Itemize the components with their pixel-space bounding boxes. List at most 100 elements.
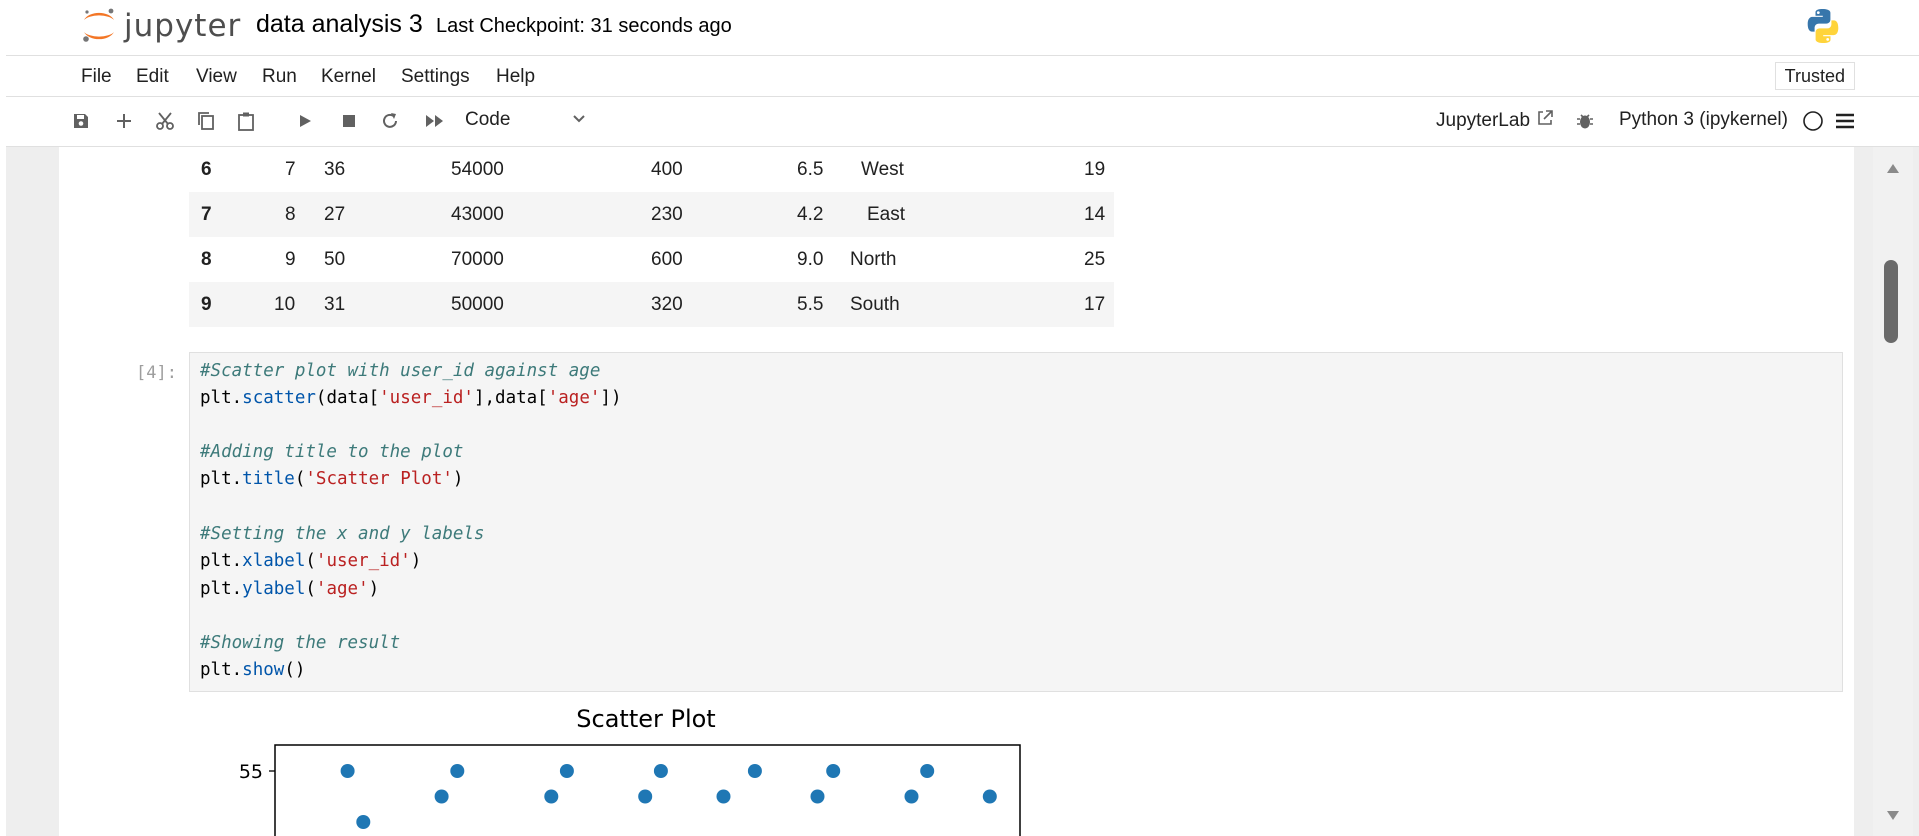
vertical-scrollbar[interactable] [1873, 147, 1913, 836]
code-token: ]) [600, 388, 622, 408]
trusted-button[interactable]: Trusted [1774, 62, 1855, 90]
paste-icon[interactable] [234, 109, 258, 133]
table-cell: 9.0 [797, 249, 824, 270]
table-cell: South [850, 294, 900, 315]
jupyterlab-label: JupyterLab [1436, 110, 1531, 131]
cut-icon[interactable] [153, 109, 177, 133]
fast-forward-icon[interactable] [423, 109, 447, 133]
scatter-point [653, 764, 668, 778]
table-cell: 50000 [451, 294, 504, 315]
table-cell: 17 [1084, 294, 1106, 315]
table-cell: 14 [1084, 204, 1106, 225]
code-token: ) [452, 469, 464, 489]
jupyter-logo[interactable]: jupyter [80, 6, 241, 46]
run-icon[interactable] [293, 109, 317, 133]
dataframe-output: 6 7 36 54000 400 6.5 West 19 7 8 27 4300… [189, 147, 1114, 327]
scatter-point [340, 764, 355, 778]
y-tick-label: 55 [239, 761, 263, 783]
code-token: ylabel [242, 579, 306, 599]
table-cell: 8 [285, 204, 296, 225]
scatter-point [982, 789, 997, 804]
code-string: 'user_id' [379, 388, 474, 408]
restart-icon[interactable] [378, 109, 402, 133]
debugger-icon[interactable] [1573, 109, 1597, 133]
table-row: 8 9 50 70000 600 9.0 North 25 [189, 237, 1114, 282]
stop-icon[interactable] [337, 109, 361, 133]
kernel-status-icon [1801, 109, 1825, 133]
scroll-down-icon[interactable] [1886, 809, 1900, 827]
jupyter-logo-text: jupyter [124, 8, 242, 44]
table-cell: 6.5 [797, 159, 824, 180]
scatter-point [638, 789, 653, 804]
code-token: () [284, 660, 306, 680]
row-index: 7 [201, 204, 212, 225]
table-cell: North [850, 249, 897, 270]
scatter-point [450, 764, 465, 778]
menu-kernel[interactable]: Kernel [321, 66, 376, 88]
scroll-up-icon[interactable] [1886, 161, 1900, 179]
menu-run[interactable]: Run [262, 66, 297, 88]
scatter-point [559, 764, 574, 778]
notebook-area: 6 7 36 54000 400 6.5 West 19 7 8 27 4300… [6, 147, 1919, 836]
table-cell: 27 [324, 204, 346, 225]
scatter-points [340, 764, 997, 829]
menu-file[interactable]: File [81, 66, 112, 88]
row-index: 8 [201, 249, 212, 270]
code-line: #Setting the x and y labels [200, 524, 484, 544]
code-token: plt. [200, 551, 243, 571]
code-line: plt.scatter(data['user_id'],data['age']) [200, 388, 622, 408]
table-cell: 600 [651, 249, 683, 270]
cell-prompt: [4]: [136, 363, 177, 383]
menu-view[interactable]: View [196, 66, 237, 88]
checkpoint-status: Last Checkpoint: 31 seconds ago [436, 15, 732, 37]
y-axis-ticks: 55 [239, 761, 275, 783]
save-icon[interactable] [69, 109, 93, 133]
jupyterlab-link[interactable]: JupyterLab [1436, 109, 1554, 133]
kernel-name[interactable]: Python 3 (ipykernel) [1619, 109, 1788, 131]
menu-icon[interactable] [1833, 109, 1857, 133]
table-cell: 9 [285, 249, 296, 270]
table-cell: 25 [1084, 249, 1106, 270]
notebook-toolbar: Code JupyterLab Python 3 (ipykernel) [6, 97, 1919, 147]
table-cell: 5.5 [797, 294, 824, 315]
scrollbar-thumb[interactable] [1884, 260, 1898, 343]
row-index: 6 [201, 159, 212, 180]
code-token: plt. [200, 469, 243, 489]
table-cell: 320 [651, 294, 683, 315]
table-cell: 10 [274, 294, 296, 315]
table-cell: West [861, 159, 904, 180]
notebook-title[interactable]: data analysis 3 [256, 10, 423, 39]
scatter-point [716, 789, 731, 804]
scatter-point [544, 789, 559, 804]
add-cell-icon[interactable] [112, 109, 136, 133]
code-token: ) [368, 579, 380, 599]
table-cell: 54000 [451, 159, 504, 180]
code-string: 'age' [315, 579, 369, 599]
table-row: 7 8 27 43000 230 4.2 East 14 [189, 192, 1114, 237]
scatter-point [434, 789, 449, 804]
cell-type-label: Code [465, 109, 511, 130]
code-cell-editor[interactable]: #Scatter plot with user_id against age p… [189, 352, 1843, 692]
table-row: 9 10 31 50000 320 5.5 South 17 [189, 282, 1114, 327]
scatter-point [747, 764, 762, 778]
scatter-plot: Scatter Plot 55 [239, 705, 1021, 836]
code-token: plt. [200, 579, 243, 599]
table-cell: East [867, 204, 906, 225]
scatter-point [356, 815, 371, 829]
table-cell: 36 [324, 159, 346, 180]
copy-icon[interactable] [194, 109, 218, 133]
menu-edit[interactable]: Edit [136, 66, 169, 88]
code-token: show [242, 660, 285, 680]
code-line: plt.xlabel('user_id') [200, 551, 421, 571]
table-cell: 4.2 [797, 204, 824, 225]
code-string: 'user_id' [315, 551, 411, 571]
code-string: 'age' [547, 388, 601, 408]
code-line: plt.ylabel('age') [200, 579, 379, 599]
table-cell: 31 [324, 294, 346, 315]
menu-help[interactable]: Help [496, 66, 535, 88]
code-line: plt.title('Scatter Plot') [200, 469, 463, 489]
menu-settings[interactable]: Settings [401, 66, 470, 88]
cell-type-select[interactable]: Code [465, 109, 595, 131]
code-token: (data[ [315, 388, 380, 408]
chart-title: Scatter Plot [576, 705, 715, 733]
